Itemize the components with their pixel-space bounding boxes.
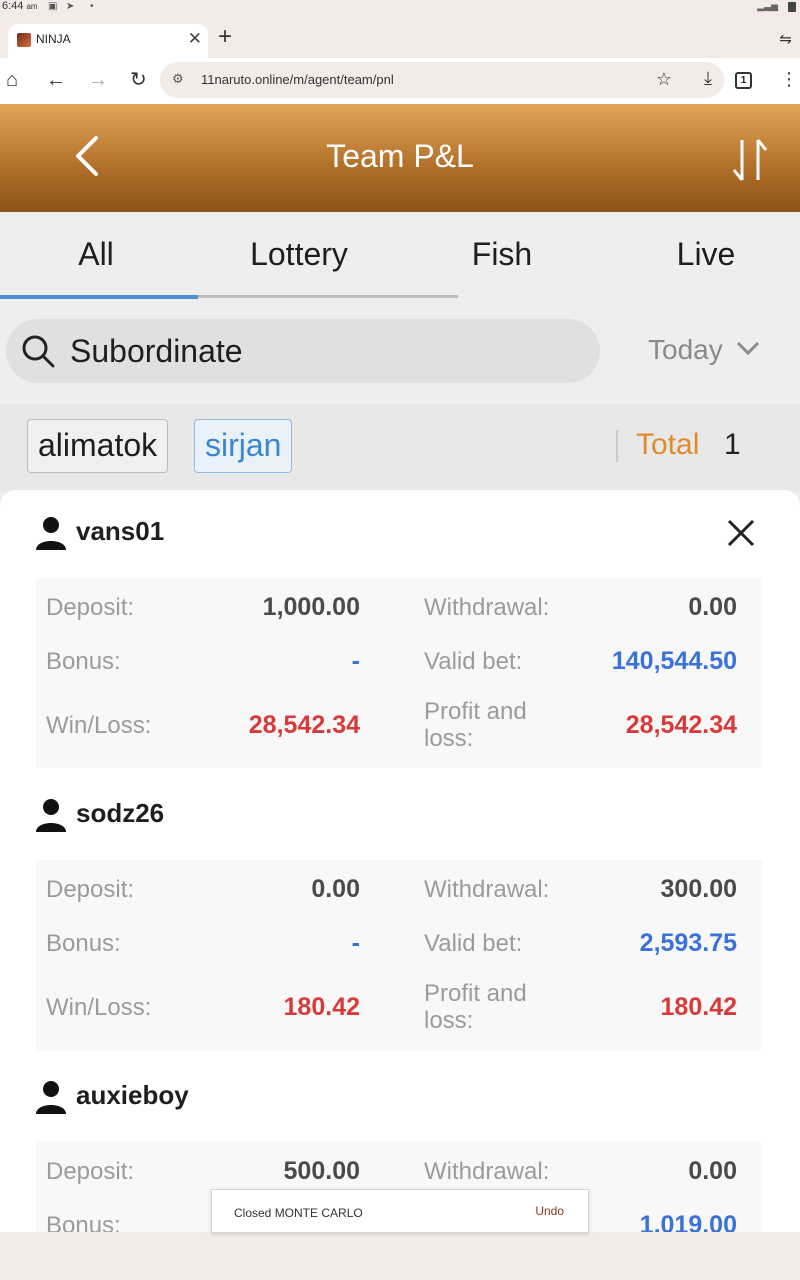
- home-icon[interactable]: ⌂: [6, 68, 18, 92]
- divider: [616, 430, 618, 462]
- category-tabs: All Lottery Fish Live: [0, 212, 800, 300]
- valid-bet-value: 1,019.00: [639, 1211, 737, 1234]
- tab-title: NINJA: [36, 32, 71, 46]
- deposit-label: Deposit:: [46, 876, 135, 903]
- signal-icon: ▂▃▅: [757, 1, 778, 11]
- sort-icon[interactable]: [730, 136, 770, 184]
- search-row: Subordinate Today: [0, 300, 800, 404]
- forward-icon[interactable]: →: [88, 68, 108, 92]
- deposit-value: 1,000.00: [262, 593, 360, 621]
- withdrawal-value: 0.00: [688, 593, 737, 621]
- undo-button[interactable]: Undo: [535, 1204, 564, 1218]
- member-stats: Deposit: 0.00 Withdrawal: 300.00 Bonus: …: [36, 860, 762, 1050]
- subordinate-search-input[interactable]: Subordinate: [6, 319, 600, 383]
- breadcrumb-chip-sirjan[interactable]: sirjan: [194, 419, 293, 473]
- person-icon: [36, 799, 66, 832]
- chevron-down-icon: [736, 341, 760, 356]
- pnl-value: 180.42: [660, 993, 737, 1021]
- winloss-value: 28,542.34: [248, 711, 360, 739]
- valid-bet-value: 140,544.50: [611, 647, 737, 675]
- total-label: Total: [636, 428, 700, 461]
- browser-toolbar: ⌂ ← → ↻ ⚙ 11naruto.online/m/agent/team/p…: [0, 58, 800, 104]
- bonus-label: Bonus:: [46, 930, 121, 957]
- winloss-label: Win/Loss:: [46, 994, 152, 1021]
- withdrawal-value: 300.00: [660, 875, 737, 903]
- valid-bet-label: Valid bet:: [424, 648, 523, 675]
- address-bar[interactable]: ⚙ 11naruto.online/m/agent/team/pnl ☆ ⤓: [160, 62, 724, 98]
- person-icon: [36, 1081, 66, 1114]
- notification-icon: ▣: [48, 1, 58, 12]
- member-stats: Deposit: 1,000.00 Withdrawal: 0.00 Bonus…: [36, 578, 762, 768]
- reload-icon[interactable]: ↻: [130, 68, 147, 92]
- deposit-label: Deposit:: [46, 594, 135, 621]
- new-tab-icon[interactable]: +: [218, 24, 232, 50]
- tab-close-icon[interactable]: ✕: [188, 29, 202, 49]
- withdrawal-value: 0.00: [688, 1157, 737, 1185]
- breadcrumb: alimatok sirjan Total 1: [0, 404, 800, 492]
- pnl-label-line2: loss:: [424, 725, 474, 752]
- download-icon[interactable]: ⤓: [704, 68, 712, 89]
- valid-bet-label: Valid bet:: [424, 930, 523, 957]
- member-header: sodz26: [36, 796, 736, 836]
- browser-bottom-bar: [0, 1232, 800, 1280]
- tab-lottery[interactable]: Lottery: [199, 236, 399, 273]
- member-name: vans01: [76, 516, 165, 546]
- member-header: auxieboy: [36, 1078, 736, 1118]
- search-placeholder: Subordinate: [70, 333, 243, 369]
- bonus-value: -: [351, 929, 360, 957]
- withdrawal-label: Withdrawal:: [424, 876, 550, 903]
- dot-icon: •: [90, 1, 94, 12]
- tab-live[interactable]: Live: [606, 236, 800, 273]
- favicon-icon: [17, 33, 31, 47]
- browser-tab-strip: NINJA ✕ + ⇋: [0, 14, 800, 58]
- deposit-value: 500.00: [283, 1157, 360, 1185]
- active-tab-indicator: [0, 295, 198, 299]
- withdrawal-label: Withdrawal:: [424, 594, 550, 621]
- bonus-label: Bonus:: [46, 648, 121, 675]
- tab-switcher-icon[interactable]: ⇋: [779, 30, 792, 48]
- breadcrumb-chip-alimatok[interactable]: alimatok: [27, 419, 169, 473]
- pnl-label-line1: Profit and: [424, 980, 527, 1007]
- pnl-value: 28,542.34: [625, 711, 737, 739]
- bookmark-star-icon[interactable]: ☆: [656, 69, 672, 90]
- member-name: auxieboy: [76, 1080, 189, 1110]
- page-title: Team P&L: [326, 138, 474, 174]
- deposit-label: Deposit:: [46, 1158, 135, 1185]
- bonus-label: Bonus:: [46, 1212, 121, 1234]
- member-name: sodz26: [76, 798, 165, 828]
- date-filter-label: Today: [648, 334, 723, 365]
- site-settings-icon[interactable]: ⚙: [172, 71, 184, 87]
- winloss-label: Win/Loss:: [46, 712, 152, 739]
- battery-icon: [788, 2, 796, 12]
- search-icon: [22, 335, 55, 368]
- browser-tab[interactable]: NINJA ✕: [8, 24, 208, 58]
- bonus-value: -: [351, 647, 360, 675]
- date-filter-dropdown[interactable]: Today: [648, 334, 760, 366]
- person-icon: [36, 517, 66, 550]
- winloss-value: 180.42: [283, 993, 360, 1021]
- url-text: 11naruto.online/m/agent/team/pnl: [201, 72, 394, 87]
- members-card: vans01 Deposit: 1,000.00 Withdrawal: 0.0…: [0, 490, 800, 1234]
- valid-bet-value: 2,593.75: [639, 929, 737, 957]
- tab-fish[interactable]: Fish: [402, 236, 602, 273]
- member-header: vans01: [36, 514, 736, 554]
- deposit-value: 0.00: [311, 875, 360, 903]
- status-bar: 6:44 am ▣ ➤ • ▂▃▅: [0, 0, 800, 14]
- back-icon[interactable]: ←: [46, 68, 66, 92]
- telegram-icon: ➤: [66, 1, 75, 12]
- toast-message: Closed MONTE CARLO: [234, 1206, 363, 1220]
- withdrawal-label: Withdrawal:: [424, 1158, 550, 1185]
- tab-all[interactable]: All: [0, 236, 196, 273]
- pnl-label-line2: loss:: [424, 1007, 474, 1034]
- total-value: 1: [724, 428, 741, 461]
- pnl-label-line1: Profit and: [424, 698, 527, 725]
- more-menu-icon[interactable]: ⋮: [780, 68, 798, 90]
- app-header: Team P&L: [0, 104, 800, 212]
- toast-notification: Closed MONTE CARLO Undo: [211, 1189, 589, 1233]
- status-time: 6:44 am: [2, 0, 38, 12]
- tab-count-button[interactable]: 1: [735, 72, 752, 89]
